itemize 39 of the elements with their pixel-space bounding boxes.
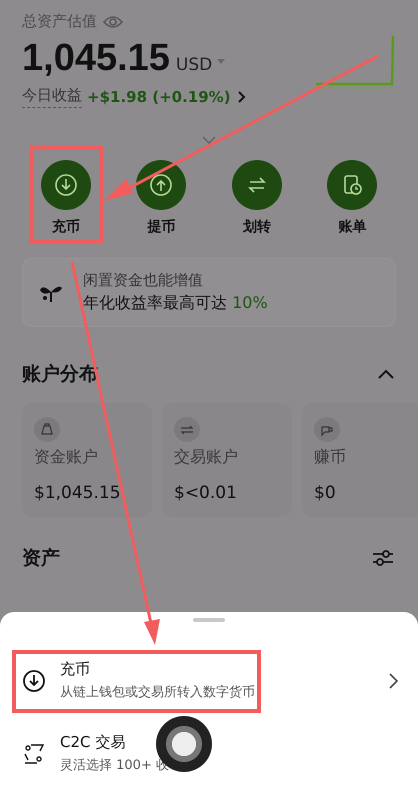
- chevron-right-icon[interactable]: [238, 91, 246, 103]
- account-icon: [34, 417, 60, 442]
- withdraw-icon: [149, 173, 174, 197]
- account-card[interactable]: 赚币 $0: [302, 403, 418, 517]
- chevron-right-icon: [389, 672, 398, 688]
- account-icon: [314, 417, 340, 442]
- action-label: 划转: [242, 218, 271, 236]
- account-name: 赚币: [314, 447, 346, 468]
- balance-amount: 1,045.15: [22, 37, 170, 80]
- pnl-value: +$1.98 (+0.19%): [87, 88, 231, 106]
- item-subtitle: 从链上钱包或交易所转入数字货币: [60, 684, 255, 701]
- account-name: 资金账户: [34, 447, 98, 468]
- menu-item[interactable]: 充币 从链上钱包或交易所转入数字货币: [0, 648, 418, 715]
- account-name: 交易账户: [174, 447, 238, 468]
- account-icon: [174, 417, 200, 442]
- account-card[interactable]: 资金账户 $1,045.15: [22, 403, 152, 517]
- deposit-icon: [22, 668, 46, 692]
- chevron-up-icon[interactable]: [378, 369, 394, 379]
- promo-card[interactable]: 闲置资金也能增值 年化收益率最高可达 10%: [22, 258, 396, 327]
- balance-label: 总资产估值: [22, 12, 97, 31]
- filter-icon[interactable]: [372, 548, 394, 568]
- item-title: 充币: [60, 660, 91, 679]
- withdraw-button[interactable]: [136, 160, 186, 210]
- account-value: $<0.01: [174, 483, 237, 503]
- item-title: C2C 交易: [60, 733, 126, 752]
- action-label: 提币: [147, 218, 176, 236]
- c2c-icon: [22, 742, 46, 766]
- promo-text: 年化收益率最高可达 10%: [83, 293, 268, 314]
- pnl-label: 今日收益: [22, 86, 82, 108]
- currency-selector[interactable]: USD: [176, 55, 212, 75]
- drag-handle[interactable]: [193, 618, 225, 622]
- account-card[interactable]: 交易账户 $<0.01: [162, 403, 292, 517]
- action-label: 账单: [338, 218, 366, 236]
- action-label: 充币: [52, 218, 80, 236]
- deposit-icon: [54, 173, 78, 197]
- section-title: 资产: [22, 546, 60, 571]
- account-value: $0: [314, 483, 336, 503]
- promo-title: 闲置资金也能增值: [83, 271, 204, 290]
- account-value: $1,045.15: [34, 483, 121, 503]
